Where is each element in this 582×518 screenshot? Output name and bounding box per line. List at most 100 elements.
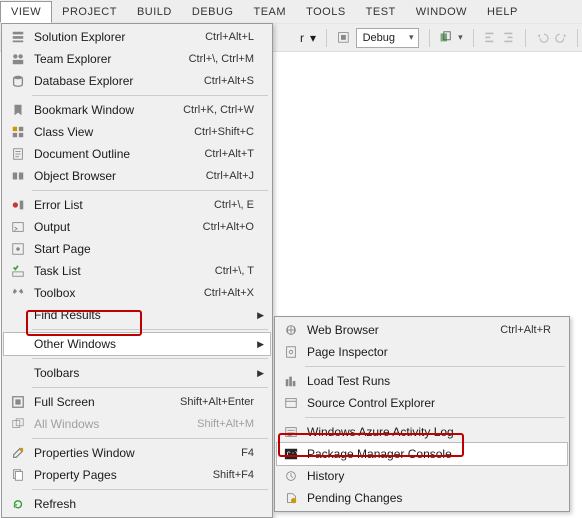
menu-separator bbox=[32, 190, 268, 191]
menu-team[interactable]: TEAM bbox=[244, 2, 297, 22]
menu-item-label: Team Explorer bbox=[28, 52, 189, 66]
menu-item-label: Page Inspector bbox=[301, 345, 561, 359]
other-windows-submenu: Web BrowserCtrl+Alt+R Page Inspector Load … bbox=[274, 316, 570, 512]
menu-project[interactable]: PROJECT bbox=[52, 2, 127, 22]
chevron-down-icon: ▾ bbox=[409, 32, 414, 43]
solution-icon bbox=[8, 29, 28, 45]
props-icon bbox=[8, 445, 28, 461]
menu-item-start-page[interactable]: Start Page bbox=[4, 238, 270, 260]
menu-separator bbox=[32, 358, 268, 359]
menu-item-toolbars[interactable]: Toolbars▶ bbox=[4, 362, 270, 384]
blank-icon bbox=[8, 365, 28, 381]
menu-tools[interactable]: TOOLS bbox=[296, 2, 356, 22]
menu-item-label: Toolbox bbox=[28, 286, 204, 300]
fullscreen-icon bbox=[8, 394, 28, 410]
bookmark-icon bbox=[8, 102, 28, 118]
azure-icon bbox=[281, 424, 301, 440]
menu-item-label: Package Manager Console bbox=[301, 447, 561, 461]
redo-icon[interactable] bbox=[555, 29, 568, 47]
menu-build[interactable]: BUILD bbox=[127, 2, 182, 22]
load-icon bbox=[281, 373, 301, 389]
submenu-arrow-icon: ▶ bbox=[257, 368, 264, 379]
svg-text:C:\: C:\ bbox=[287, 452, 298, 460]
menu-item-windows-azure-activity-log[interactable]: Windows Azure Activity Log bbox=[277, 421, 567, 443]
menu-item-history[interactable]: History bbox=[277, 465, 567, 487]
menu-item-label: Solution Explorer bbox=[28, 30, 205, 44]
menu-item-label: Load Test Runs bbox=[301, 374, 561, 388]
menu-item-shortcut: Ctrl+Alt+T bbox=[204, 148, 264, 160]
menu-item-label: Object Browser bbox=[28, 169, 206, 183]
menu-separator bbox=[305, 366, 565, 367]
menu-item-property-pages[interactable]: Property PagesShift+F4 bbox=[4, 464, 270, 486]
menu-separator bbox=[32, 329, 268, 330]
menu-item-error-list[interactable]: Error ListCtrl+\, E bbox=[4, 194, 270, 216]
menu-item-label: Properties Window bbox=[28, 446, 241, 460]
menu-item-web-browser[interactable]: Web BrowserCtrl+Alt+R bbox=[277, 319, 567, 341]
toolbox-icon bbox=[8, 285, 28, 301]
menu-item-document-outline[interactable]: Document OutlineCtrl+Alt+T bbox=[4, 143, 270, 165]
object-icon bbox=[8, 168, 28, 184]
chevron-down-icon[interactable]: ▾ bbox=[310, 31, 316, 45]
pmc-icon: C:\ bbox=[281, 446, 301, 462]
menu-item-label: Source Control Explorer bbox=[301, 396, 561, 410]
allwin-icon bbox=[8, 416, 28, 432]
db-icon bbox=[8, 73, 28, 89]
indent-out-icon[interactable] bbox=[483, 29, 496, 47]
toolbar-dropdown-suffix: r bbox=[300, 31, 304, 45]
menu-item-properties-window[interactable]: Properties WindowF4 bbox=[4, 442, 270, 464]
menu-separator bbox=[32, 438, 268, 439]
menu-item-shortcut: Ctrl+K, Ctrl+W bbox=[183, 104, 264, 116]
menu-item-other-windows[interactable]: Other Windows▶ bbox=[4, 333, 270, 355]
target-icon[interactable] bbox=[337, 29, 350, 47]
menu-item-shortcut: Ctrl+Shift+C bbox=[194, 126, 264, 138]
menu-item-shortcut: F4 bbox=[241, 447, 264, 459]
doc-icon bbox=[8, 146, 28, 162]
menu-debug[interactable]: DEBUG bbox=[182, 2, 244, 22]
configuration-combo[interactable]: Debug ▾ bbox=[356, 28, 419, 48]
menu-item-database-explorer[interactable]: Database ExplorerCtrl+Alt+S bbox=[4, 70, 270, 92]
menu-item-shortcut: Shift+Alt+M bbox=[197, 418, 264, 430]
menu-window[interactable]: WINDOW bbox=[406, 2, 477, 22]
menu-item-label: Database Explorer bbox=[28, 74, 204, 88]
menu-item-solution-explorer[interactable]: Solution ExplorerCtrl+Alt+L bbox=[4, 26, 270, 48]
menu-item-output[interactable]: OutputCtrl+Alt+O bbox=[4, 216, 270, 238]
menu-item-label: Task List bbox=[28, 264, 215, 278]
menu-test[interactable]: TEST bbox=[356, 2, 406, 22]
web-icon bbox=[281, 322, 301, 338]
indent-in-icon[interactable] bbox=[502, 29, 515, 47]
menu-item-find-results[interactable]: Find Results▶ bbox=[4, 304, 270, 326]
chevron-down-icon[interactable]: ▾ bbox=[458, 32, 463, 43]
class-icon bbox=[8, 124, 28, 140]
menu-item-label: Property Pages bbox=[28, 468, 213, 482]
menu-item-object-browser[interactable]: Object BrowserCtrl+Alt+J bbox=[4, 165, 270, 187]
menu-item-pending-changes[interactable]: Pending Changes bbox=[277, 487, 567, 509]
undo-icon[interactable] bbox=[536, 29, 549, 47]
menu-item-task-list[interactable]: Task ListCtrl+\, T bbox=[4, 260, 270, 282]
menu-help[interactable]: HELP bbox=[477, 2, 528, 22]
menu-item-refresh[interactable]: Refresh bbox=[4, 493, 270, 515]
menu-item-full-screen[interactable]: Full ScreenShift+Alt+Enter bbox=[4, 391, 270, 413]
menu-item-team-explorer[interactable]: Team ExplorerCtrl+\, Ctrl+M bbox=[4, 48, 270, 70]
menu-item-label: Other Windows bbox=[28, 337, 264, 351]
menu-item-label: Toolbars bbox=[28, 366, 264, 380]
toolbar-icon[interactable] bbox=[439, 29, 452, 47]
menu-item-class-view[interactable]: Class ViewCtrl+Shift+C bbox=[4, 121, 270, 143]
menu-item-shortcut: Ctrl+Alt+L bbox=[205, 31, 264, 43]
menu-item-load-test-runs[interactable]: Load Test Runs bbox=[277, 370, 567, 392]
menu-item-shortcut: Ctrl+\, E bbox=[214, 199, 264, 211]
menu-item-label: Document Outline bbox=[28, 147, 204, 161]
menu-separator bbox=[32, 489, 268, 490]
menu-item-label: History bbox=[301, 469, 561, 483]
menu-item-label: Class View bbox=[28, 125, 194, 139]
menu-item-page-inspector[interactable]: Page Inspector bbox=[277, 341, 567, 363]
submenu-arrow-icon: ▶ bbox=[257, 310, 264, 321]
menu-item-source-control-explorer[interactable]: Source Control Explorer bbox=[277, 392, 567, 414]
menu-item-bookmark-window[interactable]: Bookmark WindowCtrl+K, Ctrl+W bbox=[4, 99, 270, 121]
menu-separator bbox=[32, 95, 268, 96]
menu-item-toolbox[interactable]: ToolboxCtrl+Alt+X bbox=[4, 282, 270, 304]
menu-item-package-manager-console[interactable]: C:\Package Manager Console bbox=[277, 443, 567, 465]
menu-item-shortcut: Ctrl+Alt+O bbox=[203, 221, 264, 233]
menu-view[interactable]: VIEW bbox=[0, 1, 52, 23]
menu-item-label: Full Screen bbox=[28, 395, 180, 409]
menu-item-shortcut: Ctrl+\, T bbox=[215, 265, 264, 277]
